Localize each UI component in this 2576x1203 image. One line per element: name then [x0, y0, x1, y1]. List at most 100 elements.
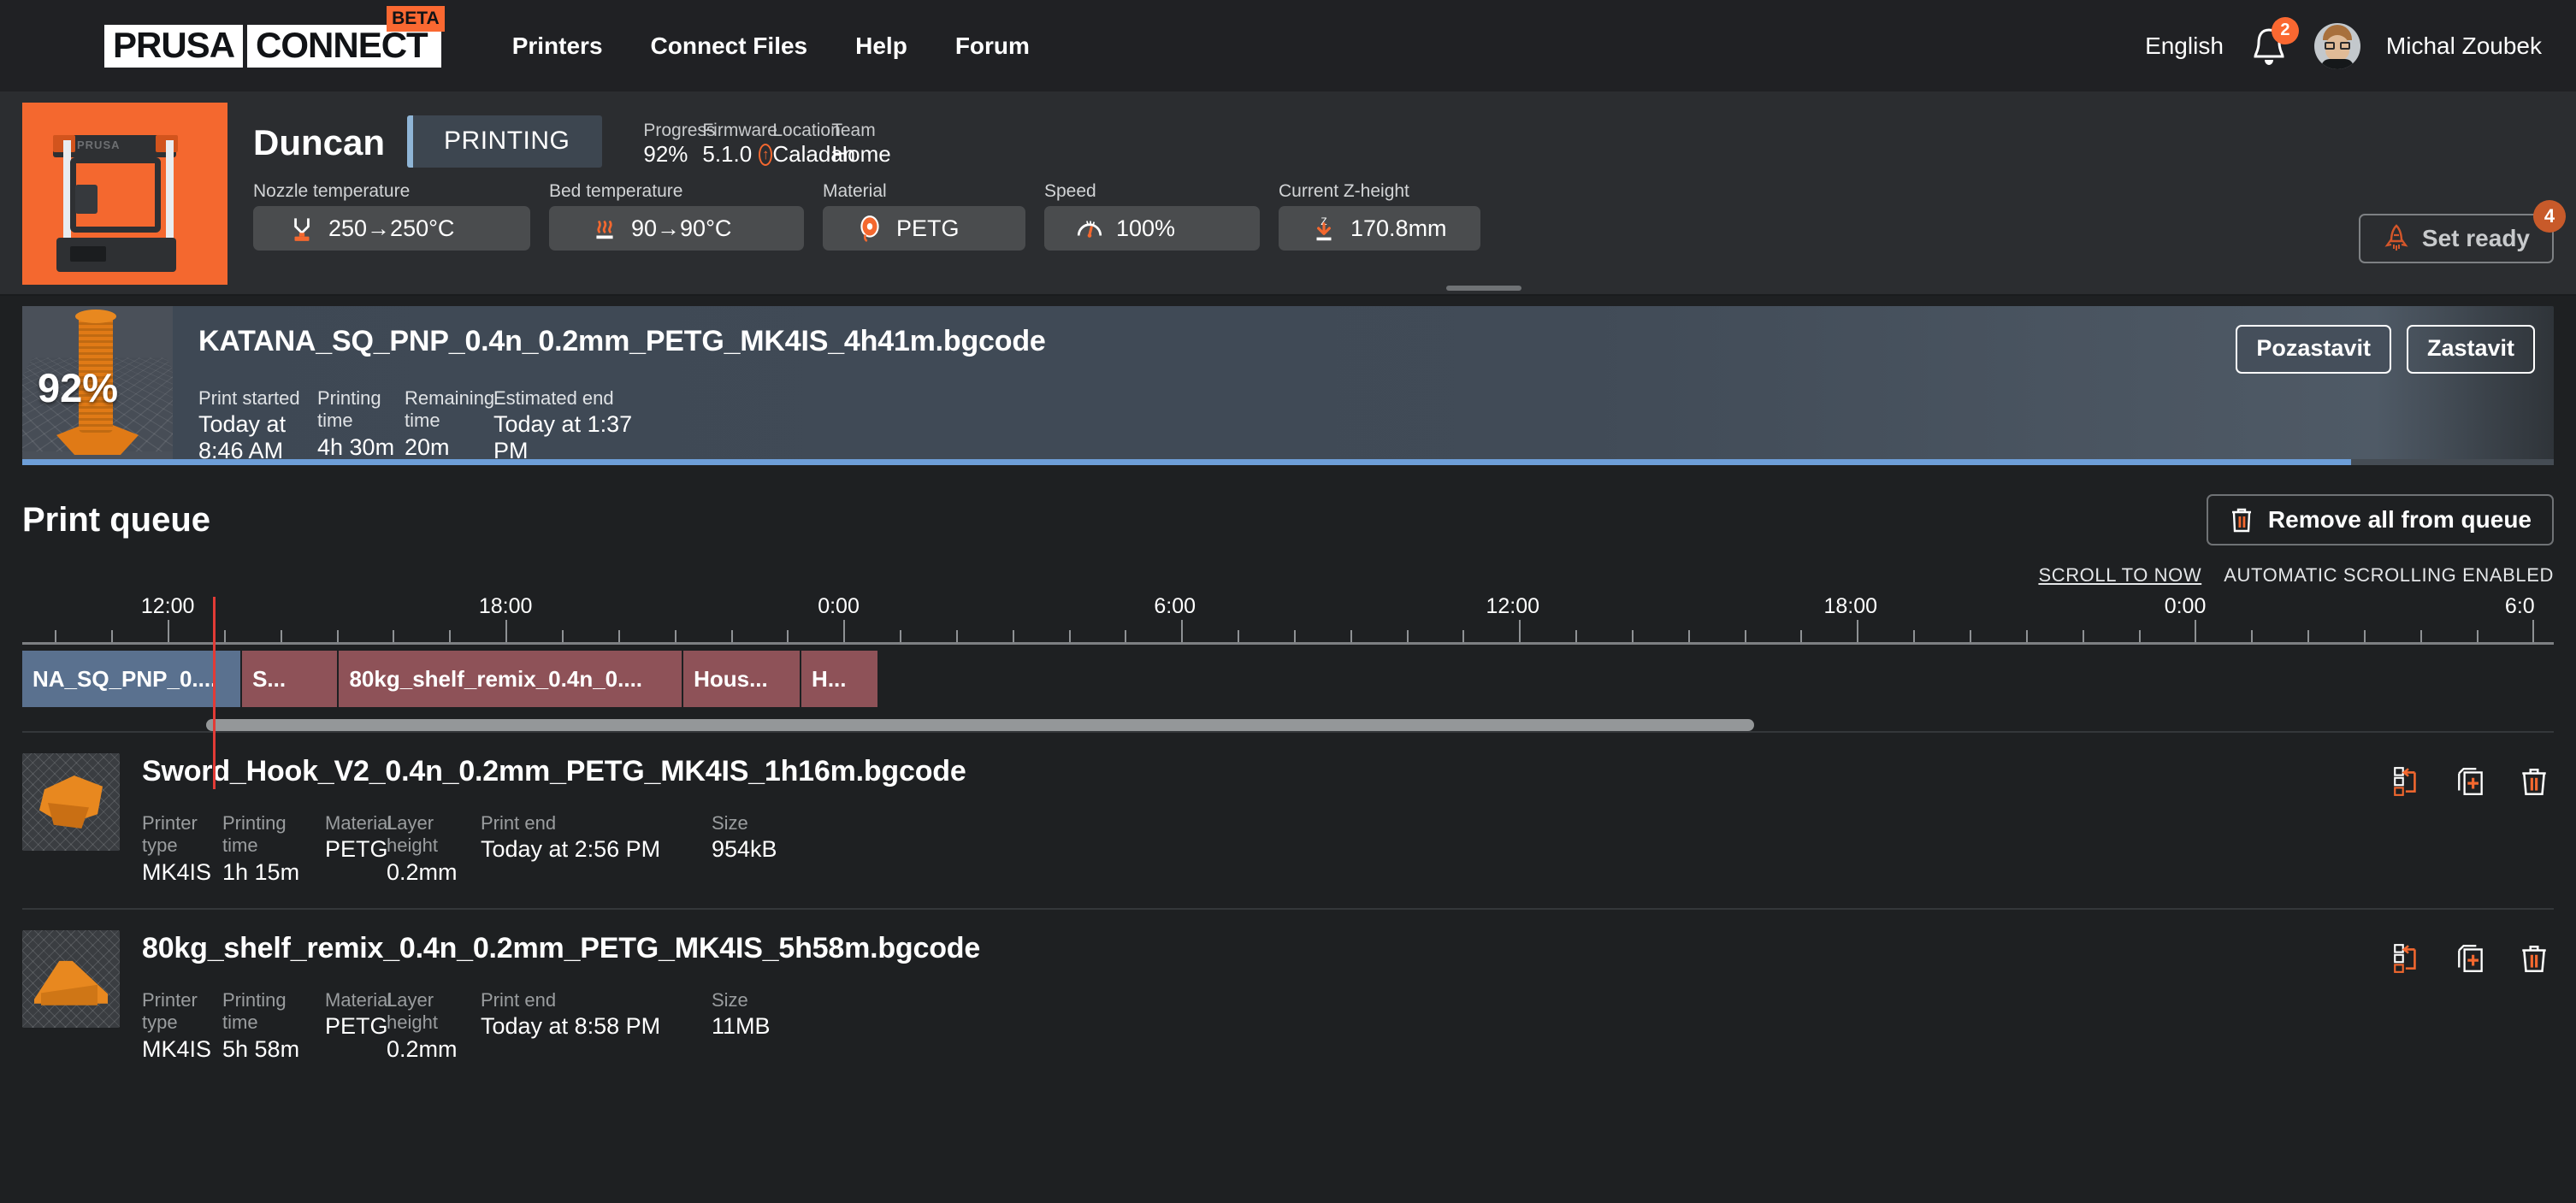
timeline-minor-tick	[1406, 630, 1409, 642]
job-remaining-time-value: 20m	[405, 433, 450, 460]
telemetry-nozzle: Nozzle temperature 250→250°C	[253, 181, 530, 251]
nav-help[interactable]: Help	[855, 32, 907, 60]
prusa-connect-logo[interactable]: PRUSA CONNECT BETA	[104, 5, 445, 68]
delete-icon[interactable]	[2520, 942, 2549, 975]
automatic-scrolling-status[interactable]: AUTOMATIC SCROLLING ENABLED	[2224, 564, 2554, 587]
timeline-major-tick	[1519, 620, 1521, 642]
move-to-top-icon[interactable]	[2393, 765, 2422, 798]
speed-chip: 100%	[1044, 206, 1260, 251]
timeline-baseline	[22, 642, 2554, 645]
timeline-minor-tick	[1631, 630, 1634, 642]
set-ready-button[interactable]: Set ready	[2358, 214, 2554, 263]
queue-item-field: Material PETG	[325, 989, 392, 1063]
move-to-top-icon[interactable]	[2393, 942, 2422, 975]
nav-connect-files[interactable]: Connect Files	[651, 32, 808, 60]
queue-item-filename[interactable]: Sword_Hook_V2_0.4n_0.2mm_PETG_MK4IS_1h16…	[142, 755, 2393, 788]
trash-icon	[2231, 508, 2251, 533]
queue-item-field: Printer type MK4IS	[142, 812, 222, 886]
timeline-major-tick	[505, 620, 508, 642]
queue-item-thumbnail[interactable]	[22, 753, 120, 851]
table-row[interactable]: Sword_Hook_V2_0.4n_0.2mm_PETG_MK4IS_1h16…	[22, 731, 2554, 908]
current-job-filename[interactable]: KATANA_SQ_PNP_0.4n_0.2mm_PETG_MK4IS_4h41…	[198, 325, 2554, 358]
set-ready-label: Set ready	[2421, 225, 2530, 251]
speedometer-icon	[1077, 221, 1102, 238]
job-remaining-time-label: Remaining time	[405, 387, 495, 432]
queue-item-field-label: Print end	[481, 988, 557, 1011]
nav-forum[interactable]: Forum	[955, 32, 1030, 60]
timeline-minor-tick	[900, 630, 902, 642]
scroll-to-now-link[interactable]: SCROLL TO NOW	[2038, 564, 2201, 587]
timeline-major-tick	[843, 620, 846, 642]
nav-printers[interactable]: Printers	[512, 32, 603, 60]
queue-item-thumbnail[interactable]	[22, 929, 120, 1028]
pause-print-button[interactable]: Pozastavit	[2236, 325, 2391, 374]
panel-drag-handle[interactable]	[1446, 286, 1521, 291]
material-label: Material	[823, 181, 887, 202]
user-name[interactable]: Michal Zoubek	[2386, 32, 2542, 60]
queue-timeline: 12:00 18:00 0:00 6:00 12:00 18:00 0:00 6:0 NA_S…	[0, 594, 2576, 789]
stat-location-label: Location	[772, 121, 841, 140]
queue-item-details: Printer type MK4IS Printing time 1h 15m Mate…	[142, 812, 2393, 886]
job-estimated-end: Estimated end Today at 1:37 PM	[493, 387, 665, 464]
header-right-group: English 2 Michal Zoubek	[2145, 16, 2542, 69]
stat-firmware-label: Firmware	[702, 121, 777, 140]
timeline-minor-tick	[2363, 630, 2366, 642]
timeline-minor-tick	[1744, 630, 1746, 642]
timeline-minor-tick	[55, 630, 57, 642]
language-selector[interactable]: English	[2145, 32, 2224, 60]
arrow-up-circle-icon[interactable]: ↑	[759, 143, 773, 166]
timeline-axis[interactable]: 12:00 18:00 0:00 6:00 12:00 18:00 0:00 6:0	[22, 594, 2554, 645]
stat-progress-value: 92%	[643, 141, 688, 168]
job-remaining-time: Remaining time 20m	[405, 387, 495, 464]
main-navigation: Printers Connect Files Help Forum	[512, 32, 1030, 60]
queue-item-details: Printer type MK4IS Printing time 5h 58m Mate…	[142, 989, 2393, 1063]
app-header: PRUSA CONNECT BETA Printers Connect File…	[0, 0, 2576, 91]
duplicate-icon[interactable]	[2456, 942, 2485, 975]
avatar[interactable]	[2313, 22, 2360, 69]
queue-item-field-label: Printer type	[142, 812, 198, 857]
queue-item-field-label: Material	[325, 812, 393, 834]
stat-location: Location Caladan	[772, 121, 855, 168]
timeline-minor-tick	[2251, 630, 2254, 642]
timeline-job-bar[interactable]: S...	[242, 651, 340, 707]
timeline-minor-tick	[787, 630, 789, 642]
job-estimated-end-label: Estimated end	[493, 387, 614, 409]
queue-item-field: Material PETG	[325, 812, 393, 886]
timeline-tick-label: 0:00	[818, 594, 860, 618]
printer-thumbnail[interactable]: PRUSA	[22, 103, 227, 285]
timeline-tick-label: 12:00	[140, 594, 195, 618]
queue-item-field: Size 954kB	[712, 812, 814, 886]
printer-stats: Progress 92% Firmware 5.1.0 ↑ Location C…	[643, 115, 900, 168]
table-row[interactable]: 80kg_shelf_remix_0.4n_0.2mm_PETG_MK4IS_5…	[22, 907, 2554, 1085]
timeline-job-bar[interactable]: H...	[801, 651, 879, 707]
timeline-scrollbar[interactable]	[22, 719, 2554, 731]
queue-item-actions	[2393, 753, 2554, 798]
stat-firmware: Firmware 5.1.0 ↑	[702, 121, 777, 168]
speed-label: Speed	[1044, 181, 1096, 202]
delete-icon[interactable]	[2520, 765, 2549, 798]
timeline-job-bar[interactable]: Hous...	[683, 651, 802, 707]
material-value: PETG	[896, 215, 960, 241]
notifications-button[interactable]: 2	[2249, 16, 2299, 68]
timeline-scrollbar-thumb[interactable]	[206, 719, 1754, 731]
timeline-tick-label: 12:00	[1486, 594, 1539, 618]
stop-print-button[interactable]: Zastavit	[2406, 325, 2535, 374]
timeline-minor-tick	[336, 630, 339, 642]
queue-item-body: Sword_Hook_V2_0.4n_0.2mm_PETG_MK4IS_1h16…	[120, 753, 2393, 886]
queue-item-field: Printing time 5h 58m	[222, 989, 325, 1063]
printer-status-bar: PRUSA Duncan PRINTING Progress 92% Firmw…	[0, 91, 2576, 296]
queue-item-field: Layer height 0.2mm	[387, 989, 481, 1063]
telemetry-zheight: Current Z-height Z 170.8mm	[1279, 181, 1480, 251]
current-job-body: KATANA_SQ_PNP_0.4n_0.2mm_PETG_MK4IS_4h41…	[173, 306, 2554, 465]
queue-item-filename[interactable]: 80kg_shelf_remix_0.4n_0.2mm_PETG_MK4IS_5…	[142, 932, 2393, 965]
job-printing-time-value: 4h 30m	[317, 433, 395, 460]
telemetry-bed: Bed temperature 90→90°C	[549, 181, 804, 251]
set-ready-badge: 4	[2533, 200, 2566, 233]
duplicate-icon[interactable]	[2456, 765, 2485, 798]
timeline-job-bar[interactable]: NA_SQ_PNP_0....	[22, 651, 243, 707]
queue-item-field-value: 954kB	[712, 836, 777, 863]
timeline-job-bar[interactable]: 80kg_shelf_remix_0.4n_0....	[339, 651, 684, 707]
remove-all-from-queue-button[interactable]: Remove all from queue	[2206, 494, 2554, 545]
now-marker	[213, 597, 216, 789]
printer-name[interactable]: Duncan	[253, 115, 385, 161]
